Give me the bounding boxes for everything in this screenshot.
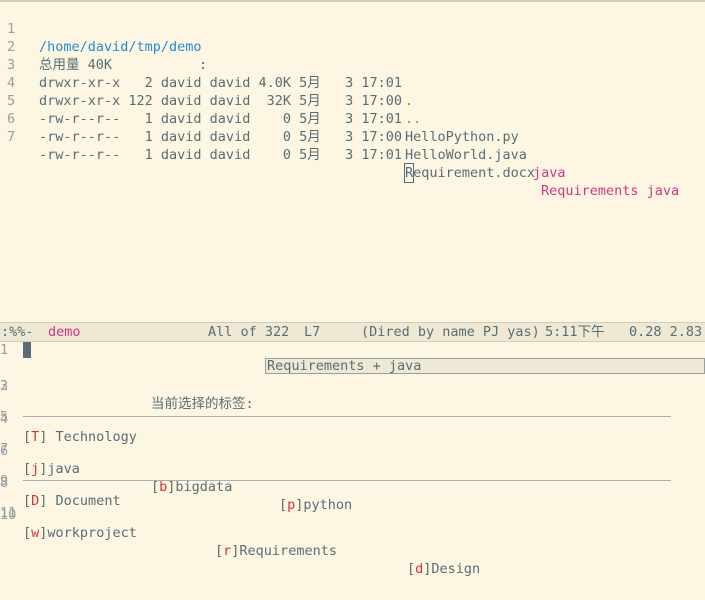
shortcut-key: d	[415, 561, 424, 577]
mode-line[interactable]: :%%- demo All of 322 L7 (Dired by name P…	[0, 322, 705, 342]
tag-requirements[interactable]: [r]Requirements	[215, 542, 337, 560]
tag-workproject[interactable]: [w]workproject	[23, 524, 137, 542]
dired-path[interactable]: /home/david/tmp/demo	[39, 38, 202, 56]
dired-entry[interactable]: 3 drwxr-xr-x 2 david david 4.0K 5月 3 17:…	[0, 38, 413, 109]
file-meta: -rw-r--r-- 1 david david 0 5月 3 17:00	[39, 129, 402, 145]
tag-group-name: Document	[55, 493, 121, 509]
tag-group-technology[interactable]: [T] Technology	[23, 428, 137, 446]
dired-line-total: 2 总用量 40K	[0, 20, 112, 73]
tag-group-name: Technology	[55, 429, 137, 445]
tag-label: Requirements	[239, 543, 337, 559]
text-cursor: R	[403, 163, 415, 183]
dired-entry[interactable]: 4 drwxr-xr-x 122 david david 32K 5月 3 17…	[0, 56, 421, 127]
panel-line-prompt: 2 当前选择的标签:	[0, 359, 254, 412]
tag-label: java	[47, 461, 80, 477]
block-cursor	[23, 342, 31, 358]
dired-path-suffix: :	[199, 57, 208, 73]
file-meta: drwxr-xr-x 122 david david 32K 5月 3 17:0…	[39, 93, 402, 109]
shortcut-key: r	[223, 543, 232, 559]
mode-line-load: 0.28 2.83|18	[629, 324, 705, 340]
file-name[interactable]: HelloWorld.java	[405, 146, 527, 164]
tag-python[interactable]: [p]python	[279, 496, 352, 514]
tag-label: Design	[431, 561, 481, 577]
file-name-rest: equirement.docx	[413, 165, 536, 181]
dired-entry[interactable]: 5 -rw-r--r-- 1 david david 0 5月 3 17:01 …	[0, 74, 519, 145]
tag-group-document[interactable]: [D] Document	[23, 492, 121, 510]
shortcut-key: p	[287, 497, 296, 513]
dired-entry-current[interactable]: 7 -rw-r--r-- 1 david david 0 5月 3 17:01 …	[0, 110, 679, 199]
tag-design[interactable]: [d]Design	[407, 560, 480, 578]
file-meta: drwxr-xr-x 2 david david 4.0K 5月 3 17:01	[39, 75, 402, 91]
mode-line-modes[interactable]: (Dired by name PJ yas)	[361, 323, 540, 341]
group-separator	[23, 416, 671, 417]
dired-entry[interactable]: 6 -rw-r--r-- 1 david david 0 5月 3 17:00 …	[0, 92, 566, 181]
mode-line-time: 5:11下午	[545, 324, 605, 340]
mode-line-line: L7	[304, 324, 321, 340]
file-name[interactable]: ..	[405, 110, 421, 128]
tag-label: workproject	[47, 525, 137, 541]
file-name[interactable]: .	[405, 92, 413, 110]
line-number: 7	[7, 129, 16, 145]
mode-line-status: :%%-	[1, 324, 34, 340]
dired-line-path: 1 /home/david/tmp/demo :	[0, 2, 207, 73]
dired-total: 总用量 40K	[39, 57, 113, 73]
file-tags: java	[533, 165, 566, 181]
window-top-border	[0, 0, 705, 2]
line-number: 11	[0, 505, 17, 521]
line-number: 1	[0, 342, 9, 358]
shortcut-key: b	[159, 479, 168, 495]
file-meta: -rw-r--r-- 1 david david 0 5月 3 17:01	[39, 147, 402, 163]
file-meta: -rw-r--r-- 1 david david 0 5月 3 17:01	[39, 111, 402, 127]
file-name[interactable]: HelloPython.py	[405, 128, 519, 146]
selected-tags-field[interactable]: Requirements + java	[265, 358, 705, 374]
tag-label: python	[303, 497, 353, 513]
group-separator	[23, 480, 671, 481]
file-tags: Requirements java	[541, 183, 680, 199]
mode-line-buffer-name[interactable]: demo	[48, 323, 81, 341]
mode-line-position: All of 322	[208, 324, 290, 340]
tag-label: bigdata	[175, 479, 233, 495]
shortcut-key: w	[31, 525, 40, 541]
selected-tags-label: 当前选择的标签:	[151, 396, 254, 412]
file-name[interactable]: Requirement.docx	[403, 163, 536, 183]
